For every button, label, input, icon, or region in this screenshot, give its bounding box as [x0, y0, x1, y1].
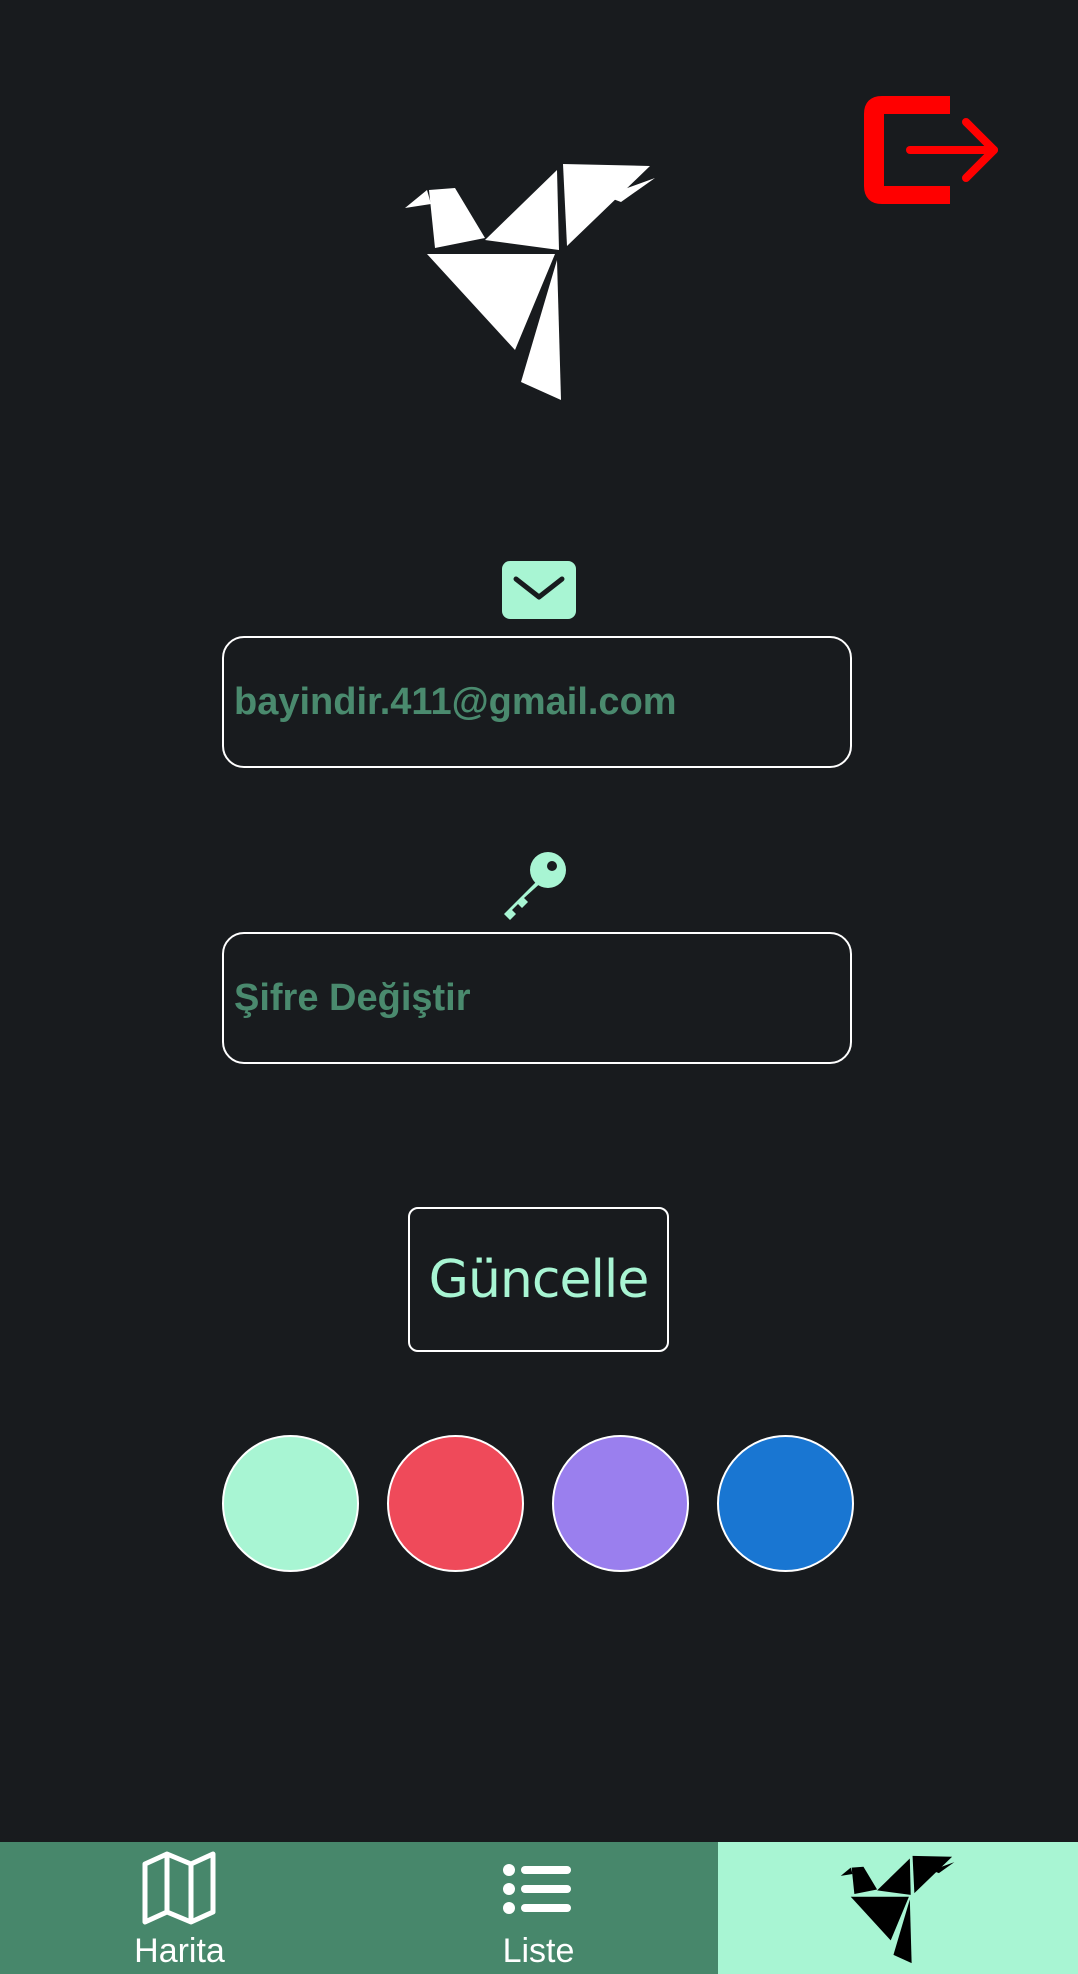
theme-swatch-blue[interactable]: [717, 1435, 854, 1572]
nav-item-liste[interactable]: Liste: [359, 1842, 718, 1974]
logout-icon: [864, 96, 998, 204]
theme-swatch-mint[interactable]: [222, 1435, 359, 1572]
bottom-nav: Harita Liste: [0, 1842, 1078, 1974]
email-field[interactable]: [222, 636, 852, 768]
list-icon: [503, 1864, 571, 1914]
logout-button[interactable]: [860, 92, 1006, 208]
email-input[interactable]: [224, 680, 850, 724]
envelope-icon: [502, 561, 576, 619]
nav-item-harita[interactable]: Harita: [0, 1842, 359, 1974]
origami-bird-icon: [840, 1855, 955, 1964]
nav-item-profile[interactable]: [718, 1842, 1078, 1974]
nav-label-harita: Harita: [134, 1932, 225, 1970]
origami-bird-logo: [405, 164, 655, 400]
map-icon: [142, 1851, 216, 1925]
app-logo: [405, 160, 657, 402]
update-button-label: Güncelle: [428, 1249, 650, 1310]
password-field[interactable]: [222, 932, 852, 1064]
update-button[interactable]: Güncelle: [408, 1207, 669, 1352]
password-input[interactable]: [224, 976, 850, 1020]
theme-swatch-red[interactable]: [387, 1435, 524, 1572]
key-icon: [498, 850, 570, 922]
theme-swatch-purple[interactable]: [552, 1435, 689, 1572]
nav-label-liste: Liste: [502, 1932, 575, 1970]
